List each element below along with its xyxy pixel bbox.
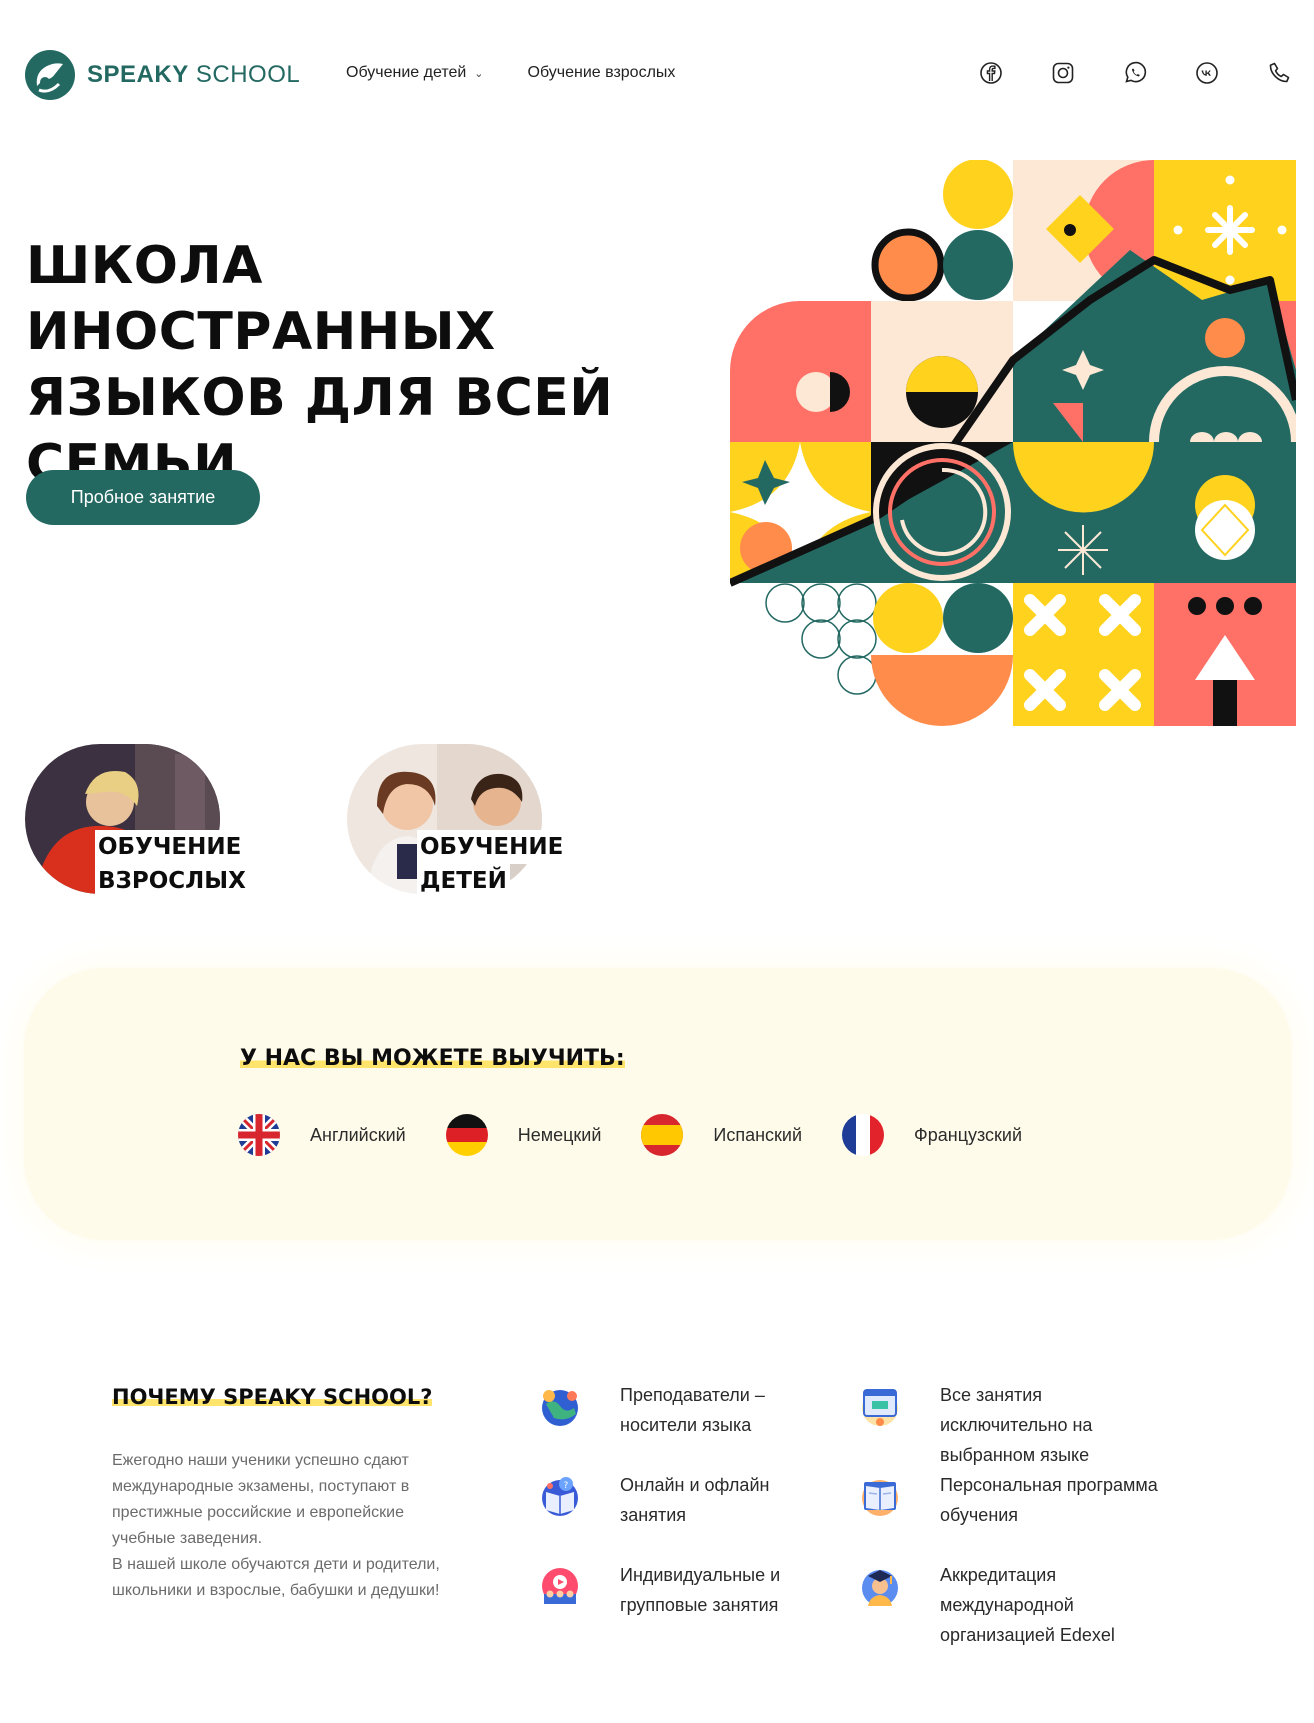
geometric-illustration [728,159,1301,726]
hero-title: ШКОЛА ИНОСТРАННЫХ ЯЗЫКОВ ДЛЯ ВСЕЙ СЕМЬИ [26,236,614,494]
adults-card[interactable]: ОБУЧЕНИЕ ВЗРОСЛЫХ [25,744,285,898]
why-paragraph-1: Ежегодно наши ученики успешно сдают межд… [112,1452,410,1547]
globe-teacher-icon [538,1384,582,1428]
feature-text: Онлайн и офлайн занятия [620,1475,770,1525]
nav-item-label: Обучение детей [346,64,467,81]
languages-title: У НАС ВЫ МОЖЕТЕ ВЫУЧИТЬ: [240,1046,625,1071]
germany-flag-icon [445,1114,488,1156]
language-name: Французский [914,1124,1023,1145]
adults-card-label: ОБУЧЕНИЕ ВЗРОСЛЫХ [95,830,249,898]
browser-lesson-icon [858,1384,902,1428]
france-flag-icon [842,1114,885,1156]
uk-flag-icon [238,1114,280,1156]
why-description: Ежегодно наши ученики успешно сдают межд… [112,1448,442,1604]
logo-text: SPEAKY SCHOOL [87,61,301,88]
facebook-icon[interactable] [978,60,1004,86]
nav-item-adults[interactable]: Обучение взрослых [528,64,676,82]
feature-accreditation: Аккредитация международной организацией … [858,1560,1158,1650]
language-german[interactable]: Немецкий [445,1114,602,1156]
video-group-icon [538,1564,582,1608]
feature-text: Индивидуальные и групповые занятия [620,1565,781,1615]
whatsapp-icon[interactable] [1122,60,1148,86]
feature-native-teachers: Преподаватели – носители языка [538,1380,838,1440]
languages-list: Английский Немецкий Испанский Французски… [238,1114,1062,1156]
graduate-icon [858,1564,902,1608]
feature-text: Все занятия исключительно на выбранном я… [940,1385,1093,1465]
why-paragraph-2: В нашей школе обучаются дети и родители,… [112,1556,440,1599]
phone-icon[interactable] [1266,60,1292,86]
kids-card-label: ОБУЧЕНИЕ ДЕТЕЙ [417,830,567,898]
vk-icon[interactable] [1194,60,1220,86]
languages-panel [24,968,1292,1240]
book-question-icon: ? [538,1474,582,1518]
social-links [974,60,1314,90]
main-nav: Обучение детей ⌄ Обучение взрослых [346,64,675,82]
feature-text: Преподаватели – носители языка [620,1385,765,1435]
svg-text:?: ? [564,1481,569,1491]
language-name: Испанский [713,1124,803,1145]
language-french[interactable]: Французский [842,1114,1022,1156]
feature-online-offline: ? Онлайн и офлайн занятия [538,1470,838,1530]
feature-individual-group: Индивидуальные и групповые занятия [538,1560,838,1620]
program-book-icon [858,1474,902,1518]
trial-lesson-button[interactable]: Пробное занятие [26,470,260,525]
nav-item-kids[interactable]: Обучение детей ⌄ [346,64,484,82]
language-name: Немецкий [517,1124,602,1145]
why-title: ПОЧЕМУ SPEAKY SCHOOL? [112,1385,433,1409]
logo-mark-icon [25,50,75,100]
instagram-icon[interactable] [1050,60,1076,86]
site-header: SPEAKY SCHOOL Обучение детей ⌄ Обучение … [0,0,1314,150]
logo[interactable]: SPEAKY SCHOOL [25,50,300,100]
nav-item-label: Обучение взрослых [527,64,676,81]
feature-personal-program: Персональная программа обучения [858,1470,1158,1530]
language-name: Английский [310,1124,406,1145]
kids-card[interactable]: ОБУЧЕНИЕ ДЕТЕЙ [347,744,607,898]
language-english[interactable]: Английский [238,1114,406,1156]
spain-flag-icon [641,1114,684,1156]
feature-text: Персональная программа обучения [940,1475,1158,1525]
language-spanish[interactable]: Испанский [641,1114,802,1156]
feature-text: Аккредитация международной организацией … [940,1565,1115,1645]
chevron-down-icon: ⌄ [474,67,484,80]
feature-target-language: Все занятия исключительно на выбранном я… [858,1380,1158,1470]
